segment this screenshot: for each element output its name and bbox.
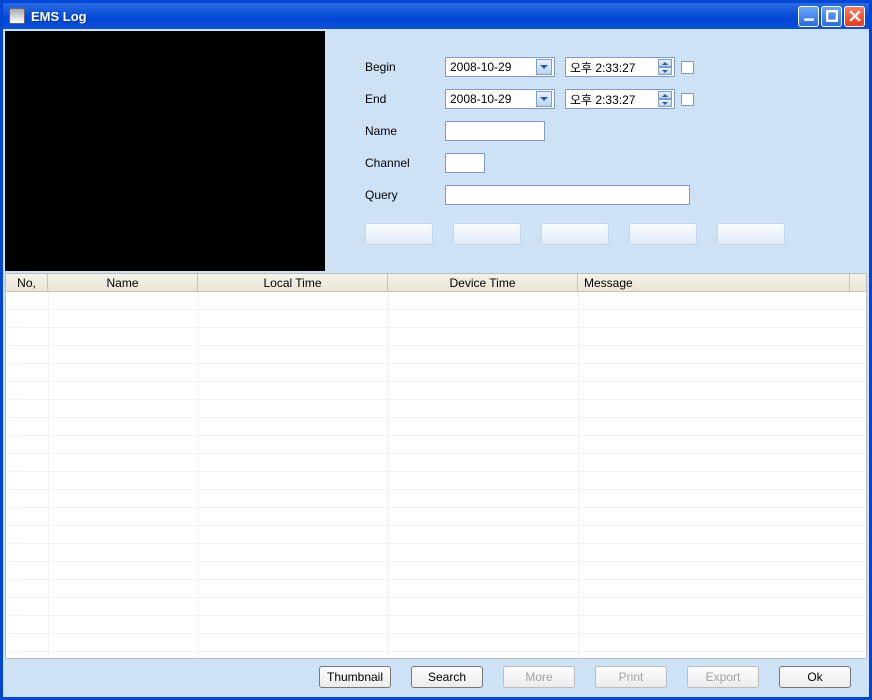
filter-btn-2[interactable]: [453, 223, 521, 245]
col-local-time[interactable]: Local Time: [198, 274, 388, 291]
name-row: Name: [365, 121, 847, 141]
thumbnail-button[interactable]: Thumbnail: [319, 666, 391, 688]
channel-row: Channel: [365, 153, 847, 173]
content-area: Begin 2008-10-29 오후 2:33:27: [3, 29, 869, 697]
spin-down-icon[interactable]: [658, 67, 672, 75]
filter-btn-4[interactable]: [629, 223, 697, 245]
begin-enable-checkbox[interactable]: [681, 61, 694, 74]
titlebar[interactable]: EMS Log: [3, 3, 869, 29]
query-label: Query: [365, 188, 445, 202]
search-button[interactable]: Search: [411, 666, 483, 688]
more-button[interactable]: More: [503, 666, 575, 688]
print-button[interactable]: Print: [595, 666, 667, 688]
app-icon: [9, 8, 25, 24]
col-name[interactable]: Name: [48, 274, 198, 291]
close-icon: [849, 10, 861, 22]
minimize-icon: [803, 10, 815, 22]
end-time-spin[interactable]: 오후 2:33:27: [565, 89, 675, 109]
channel-input[interactable]: [445, 153, 485, 173]
spin-up-icon[interactable]: [658, 91, 672, 99]
name-label: Name: [365, 124, 445, 138]
query-row: Query: [365, 185, 847, 205]
col-scroll-spacer: [850, 274, 866, 291]
begin-date-value: 2008-10-29: [450, 60, 536, 74]
bottom-toolbar: Thumbnail Search More Print Export Ok: [5, 659, 867, 695]
col-no[interactable]: No,: [6, 274, 48, 291]
ok-button[interactable]: Ok: [779, 666, 851, 688]
table-header: No, Name Local Time Device Time Message: [6, 274, 866, 292]
begin-time-value: 오후 2:33:27: [570, 59, 658, 76]
close-button[interactable]: [844, 6, 865, 27]
top-area: Begin 2008-10-29 오후 2:33:27: [5, 31, 867, 271]
chevron-down-icon[interactable]: [536, 91, 552, 107]
begin-label: Begin: [365, 60, 445, 74]
app-window: EMS Log Begin 2008-10-29 오: [0, 0, 872, 700]
preview-panel: [5, 31, 325, 271]
filter-button-row: [365, 223, 847, 245]
col-device-time[interactable]: Device Time: [388, 274, 578, 291]
maximize-button[interactable]: [821, 6, 842, 27]
end-enable-checkbox[interactable]: [681, 93, 694, 106]
log-table: No, Name Local Time Device Time Message: [5, 273, 867, 659]
name-input[interactable]: [445, 121, 545, 141]
end-date-value: 2008-10-29: [450, 92, 536, 106]
begin-date-combo[interactable]: 2008-10-29: [445, 57, 555, 77]
export-button[interactable]: Export: [687, 666, 759, 688]
minimize-button[interactable]: [798, 6, 819, 27]
spin-up-icon[interactable]: [658, 59, 672, 67]
end-label: End: [365, 92, 445, 106]
table-body[interactable]: [6, 292, 866, 658]
chevron-down-icon[interactable]: [536, 59, 552, 75]
filter-btn-1[interactable]: [365, 223, 433, 245]
channel-label: Channel: [365, 156, 445, 170]
begin-row: Begin 2008-10-29 오후 2:33:27: [365, 57, 847, 77]
end-date-combo[interactable]: 2008-10-29: [445, 89, 555, 109]
filter-btn-3[interactable]: [541, 223, 609, 245]
window-title: EMS Log: [31, 9, 87, 24]
end-row: End 2008-10-29 오후 2:33:27: [365, 89, 847, 109]
begin-time-spin[interactable]: 오후 2:33:27: [565, 57, 675, 77]
maximize-icon: [826, 10, 838, 22]
filter-form: Begin 2008-10-29 오후 2:33:27: [325, 31, 867, 271]
end-time-value: 오후 2:33:27: [570, 91, 658, 108]
query-input[interactable]: [445, 185, 690, 205]
spin-down-icon[interactable]: [658, 99, 672, 107]
filter-btn-5[interactable]: [717, 223, 785, 245]
col-message[interactable]: Message: [578, 274, 850, 291]
